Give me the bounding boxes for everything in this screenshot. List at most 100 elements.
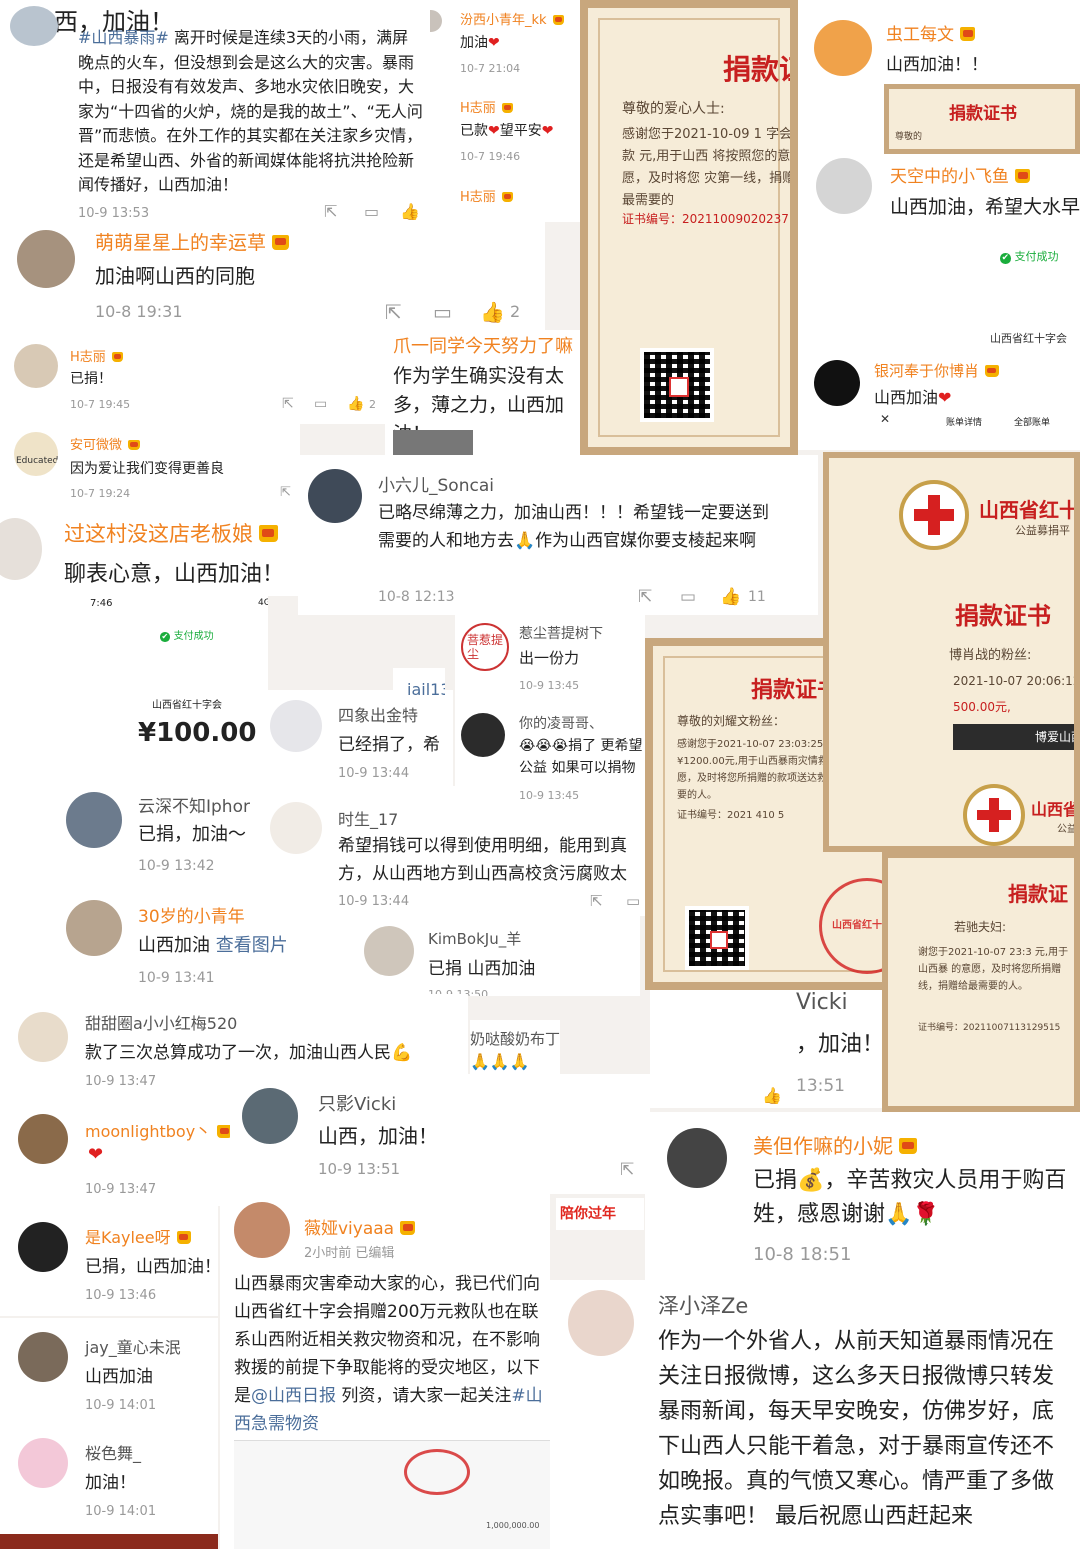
comment-text: #山西暴雨# 离开时候是连续3天的小雨，满屏晚点的火车，但没想到会是这么大的灾害…: [78, 28, 423, 194]
avatar[interactable]: [234, 1202, 290, 1258]
share-icon[interactable]: ⇱: [590, 892, 603, 910]
user-name[interactable]: 桜色舞_: [85, 1440, 141, 1464]
avatar[interactable]: [18, 1438, 68, 1488]
comment-card: 你的凌哥哥、 😭😭😭捐了 更希望公益 如果可以捐物 10-9 13:45: [455, 705, 645, 810]
comment-text: 山西加油 查看图片: [138, 935, 288, 956]
avatar[interactable]: [430, 10, 442, 32]
user-name[interactable]: 安可微微: [70, 434, 140, 453]
user-name[interactable]: 只影Vicki: [318, 1090, 396, 1116]
comment-icon[interactable]: ▭: [364, 202, 379, 221]
user-name[interactable]: 惹尘菩提树下: [519, 623, 603, 643]
hashtag-link[interactable]: #山西暴雨#: [78, 28, 169, 47]
avatar[interactable]: [814, 20, 872, 76]
avatar[interactable]: [66, 900, 122, 956]
avatar[interactable]: [18, 1332, 68, 1382]
user-name[interactable]: moonlightboy丶: [85, 1118, 230, 1142]
avatar[interactable]: [816, 158, 872, 214]
avatar[interactable]: [18, 1012, 68, 1062]
comment-icon[interactable]: ▭: [626, 892, 640, 910]
mention-link[interactable]: @山西日报: [251, 1386, 336, 1406]
comment-text: ，加油！: [796, 1032, 882, 1057]
user-name[interactable]: 30岁的小青年: [138, 902, 245, 927]
tab-bill-detail[interactable]: 账单详情: [946, 415, 982, 428]
view-image-link[interactable]: 查看图片: [216, 935, 288, 956]
user-name[interactable]: 汾西小青年_kk: [460, 9, 565, 28]
avatar-text: Educated: [16, 456, 58, 466]
avatar[interactable]: 菩惹提尘: [461, 623, 509, 671]
user-name[interactable]: 是Kaylee呀: [85, 1224, 192, 1248]
user-name[interactable]: 时生_17: [338, 806, 398, 830]
user-name[interactable]: H志丽: [460, 186, 514, 205]
share-icon[interactable]: ⇱: [620, 1160, 634, 1180]
user-name[interactable]: 小六儿_Soncai: [378, 471, 494, 496]
avatar[interactable]: [66, 792, 122, 848]
user-name[interactable]: 甜甜圈a小小红梅520: [85, 1010, 237, 1034]
avatar[interactable]: [17, 230, 75, 288]
like-icon[interactable]: 👍: [347, 396, 364, 412]
avatar[interactable]: [0, 518, 42, 580]
comment-text: 山西加油，希望大水早: [890, 196, 1080, 218]
comment-time: 10-9 13:47: [85, 1182, 157, 1197]
avatar[interactable]: [568, 1290, 634, 1356]
comment-card: 四象出金特 已经捐了，希 10-9 13:44: [268, 690, 453, 786]
close-icon[interactable]: ✕: [880, 412, 890, 426]
share-icon[interactable]: ⇱: [324, 202, 337, 221]
status-network: 4G: [258, 598, 268, 608]
avatar[interactable]: [18, 1222, 68, 1272]
user-name[interactable]: 萌萌星星上的幸运草: [95, 228, 290, 255]
comment-icon[interactable]: ▭: [433, 300, 452, 324]
user-name[interactable]: KimBokJu_羊: [428, 928, 521, 949]
user-name[interactable]: 泽小泽Ze: [658, 1290, 748, 1320]
heart-icon: ❤: [488, 35, 500, 51]
avatar[interactable]: [667, 1128, 727, 1188]
user-name[interactable]: 美但作嘛的小妮: [753, 1130, 917, 1159]
crown-icon: [501, 102, 514, 113]
comment-icon[interactable]: ▭: [680, 587, 696, 607]
comment-time: 10-8 19:31: [95, 302, 183, 321]
tab-all-bills[interactable]: 全部账单: [1014, 415, 1050, 428]
avatar[interactable]: [270, 802, 322, 854]
avatar[interactable]: [364, 926, 414, 976]
avatar[interactable]: [461, 713, 505, 757]
user-name[interactable]: 天空中的小飞鱼: [890, 162, 1031, 187]
share-icon[interactable]: ⇱: [280, 485, 291, 500]
user-name[interactable]: 银河奉于你博肖: [874, 360, 999, 381]
user-name[interactable]: iail13: [407, 680, 445, 698]
red-cross-icon: [963, 784, 1025, 846]
avatar[interactable]: [10, 6, 58, 46]
comment-text: 山西，加油！: [318, 1124, 438, 1148]
avatar[interactable]: [814, 360, 860, 406]
share-icon[interactable]: ⇱: [385, 300, 402, 324]
comment-icon[interactable]: ▭: [314, 396, 327, 412]
comment-text: 山西加油: [85, 1367, 153, 1387]
like-icon[interactable]: 👍: [720, 587, 741, 607]
like-icon[interactable]: 👍: [762, 1086, 782, 1105]
user-name[interactable]: jay_童心未泯: [85, 1334, 181, 1358]
user-name[interactable]: Vicki: [796, 990, 848, 1015]
comment-text: 已捐，山西加油！: [85, 1257, 218, 1277]
avatar[interactable]: [18, 1114, 68, 1164]
user-name[interactable]: 过这村没这店老板娘: [64, 518, 278, 548]
user-name[interactable]: H志丽: [70, 346, 124, 365]
user-name[interactable]: H志丽: [460, 97, 514, 116]
avatar[interactable]: [242, 1088, 298, 1144]
avatar[interactable]: [14, 344, 58, 388]
avatar[interactable]: [270, 700, 322, 752]
like-icon[interactable]: 👍: [400, 202, 420, 221]
like-icon[interactable]: 👍: [480, 300, 505, 324]
user-name[interactable]: 你的凌哥哥、: [519, 713, 603, 733]
share-icon[interactable]: ⇱: [282, 396, 294, 412]
avatar[interactable]: Educated: [14, 432, 58, 476]
avatar[interactable]: [308, 469, 362, 523]
comment-card: 萌萌星星上的幸运草 加油啊山西的同胞 10-8 19:31 ⇱ ▭ 👍 2: [0, 222, 545, 334]
user-name[interactable]: 四象出金特: [338, 702, 418, 726]
user-name[interactable]: 云深不知Iphor: [138, 792, 250, 817]
comment-text: 加油啊山西的同胞: [95, 264, 255, 288]
share-icon[interactable]: ⇱: [638, 587, 652, 607]
comment-time: 10-9 13:44: [338, 894, 410, 909]
user-name[interactable]: 薇娅viyaaa: [304, 1214, 416, 1239]
qr-code-icon: [640, 348, 714, 422]
user-name[interactable]: 爪一同学今天努力了嘛: [393, 332, 573, 358]
user-name[interactable]: 奶哒酸奶布丁: [470, 1028, 560, 1049]
user-name[interactable]: 虫工每文: [886, 20, 976, 45]
